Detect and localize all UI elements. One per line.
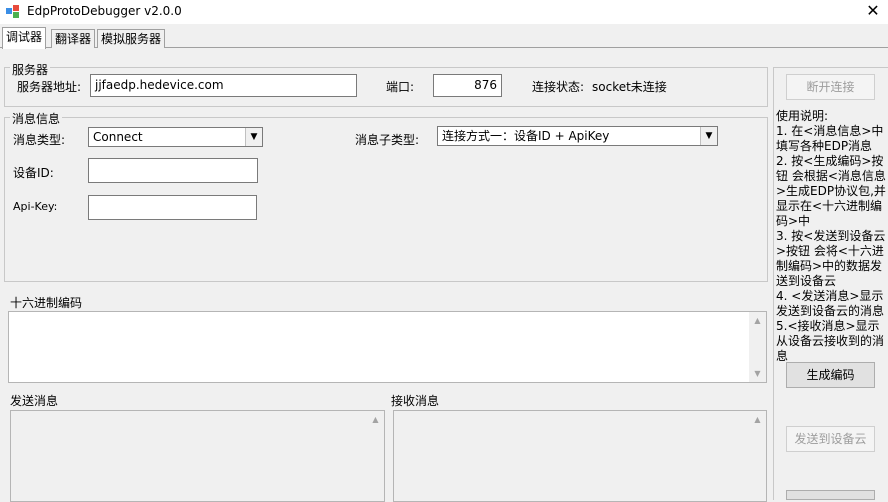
chevron-down-icon[interactable]: ▼ (700, 127, 717, 145)
apikey-label: Api-Key: (13, 200, 58, 213)
message-subtype-label: 消息子类型: (355, 133, 420, 147)
message-subtype-value: 连接方式一：设备ID + ApiKey (442, 129, 610, 143)
disconnect-button[interactable]: 断开连接 (786, 74, 875, 100)
send-scrollbar[interactable]: ▲ (367, 411, 384, 501)
help-line-2: 2. 按<生成编码>按钮 会根据<消息信息>生成EDP协议包,并显示在<十六进制… (776, 154, 886, 228)
scroll-down-icon[interactable]: ▼ (749, 365, 766, 382)
generate-encoding-button[interactable]: 生成编码 (786, 362, 875, 388)
send-to-cloud-button[interactable]: 发送到设备云 (786, 426, 875, 452)
chevron-down-icon[interactable]: ▼ (245, 128, 262, 146)
help-line-3: 3. 按<发送到设备云>按钮 会将<十六进制编码>中的数据发送到设备云 (776, 229, 886, 288)
port-input[interactable]: 876 (433, 74, 502, 97)
hex-scrollbar[interactable]: ▲ ▼ (749, 312, 766, 382)
scroll-up-icon[interactable]: ▲ (749, 312, 766, 329)
app-icon (6, 5, 19, 18)
connection-status-label: 连接状态: (532, 80, 585, 94)
help-text: 使用说明: 1. 在<消息信息>中填写各种EDP消息 2. 按<生成编码>按钮 … (776, 109, 886, 364)
hex-encoding-label: 十六进制编码 (10, 296, 83, 310)
help-title: 使用说明: (776, 109, 829, 123)
server-address-label: 服务器地址: (17, 80, 82, 94)
help-line-1: 1. 在<消息信息>中填写各种EDP消息 (776, 124, 884, 153)
title-bar: EdpProtoDebugger v2.0.0 ✕ (0, 0, 888, 24)
help-line-4: 4. <发送消息>显示发送到设备云的消息 (776, 289, 885, 318)
partial-button[interactable] (786, 490, 875, 500)
scroll-up-icon[interactable]: ▲ (749, 411, 766, 428)
tab-debugger[interactable]: 调试器 (2, 27, 47, 49)
tab-mock-server[interactable]: 模拟服务器 (97, 29, 166, 48)
server-address-input[interactable]: jjfaedp.hedevice.com (90, 74, 357, 97)
apikey-input[interactable] (88, 195, 257, 220)
window-title: EdpProtoDebugger v2.0.0 (27, 4, 182, 18)
message-type-value: Connect (93, 130, 143, 144)
connection-status-value: socket未连接 (592, 80, 667, 94)
receive-scrollbar[interactable]: ▲ (749, 411, 766, 501)
message-info-group-label: 消息信息 (10, 110, 63, 127)
close-icon[interactable]: ✕ (858, 0, 888, 24)
send-message-textarea[interactable]: ▲ (10, 410, 385, 502)
receive-message-textarea[interactable]: ▲ (393, 410, 767, 502)
hex-encoding-textarea[interactable]: ▲ ▼ (8, 311, 767, 383)
scroll-up-icon[interactable]: ▲ (367, 411, 384, 428)
message-type-select[interactable]: Connect ▼ (88, 127, 263, 147)
receive-message-label: 接收消息 (391, 394, 440, 408)
server-group-label: 服务器 (10, 61, 51, 78)
message-subtype-select[interactable]: 连接方式一：设备ID + ApiKey ▼ (437, 126, 718, 146)
help-line-5: 5.<接收消息>显示从设备云接收到的消息 (776, 319, 885, 363)
device-id-label: 设备ID: (13, 166, 54, 180)
port-label: 端口: (386, 80, 415, 94)
device-id-input[interactable] (88, 158, 258, 183)
send-message-label: 发送消息 (10, 394, 59, 408)
tab-translator[interactable]: 翻译器 (51, 29, 96, 48)
message-type-label: 消息类型: (13, 133, 66, 147)
